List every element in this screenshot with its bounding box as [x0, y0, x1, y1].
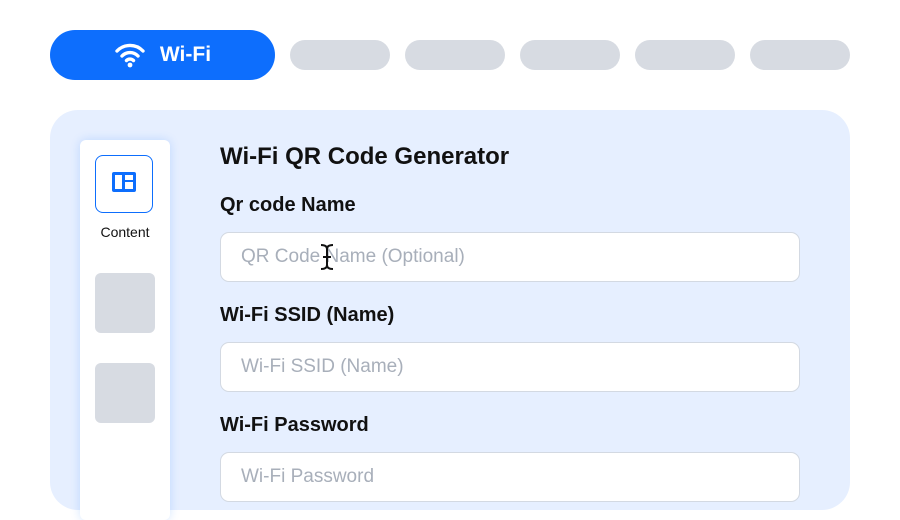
- tab-placeholder[interactable]: [290, 40, 390, 70]
- tab-placeholder[interactable]: [635, 40, 735, 70]
- tab-wifi-label: Wi-Fi: [159, 43, 212, 66]
- tab-placeholder[interactable]: [750, 40, 850, 70]
- sidebar-item-content[interactable]: [95, 155, 153, 213]
- sidebar: Content: [80, 140, 170, 520]
- qr-name-input[interactable]: [220, 232, 800, 282]
- ssid-label: Wi-Fi SSID (Name): [220, 304, 395, 326]
- ssid-input[interactable]: [220, 342, 800, 392]
- tab-wifi[interactable]: Wi-Fi: [50, 30, 275, 80]
- tab-placeholder[interactable]: [405, 40, 505, 70]
- wifi-icon: [114, 42, 146, 68]
- sidebar-item-placeholder[interactable]: [95, 363, 155, 423]
- qr-name-label: Qr code Name: [220, 194, 356, 216]
- tab-placeholder[interactable]: [520, 40, 620, 70]
- sidebar-item-placeholder[interactable]: [95, 273, 155, 333]
- password-input[interactable]: [220, 452, 800, 502]
- sidebar-item-label: Content: [100, 224, 150, 240]
- password-label: Wi-Fi Password: [220, 414, 369, 436]
- wifi-form: Wi-Fi QR Code Generator Qr code Name Wi-…: [220, 142, 800, 502]
- text-cursor-icon: [319, 243, 335, 276]
- page-title: Wi-Fi QR Code Generator: [220, 143, 510, 170]
- tab-bar: Wi-Fi: [50, 30, 850, 80]
- content-layout-icon: [111, 171, 137, 198]
- generator-panel: Content Wi-Fi QR Code Generator Qr code …: [50, 110, 850, 520]
